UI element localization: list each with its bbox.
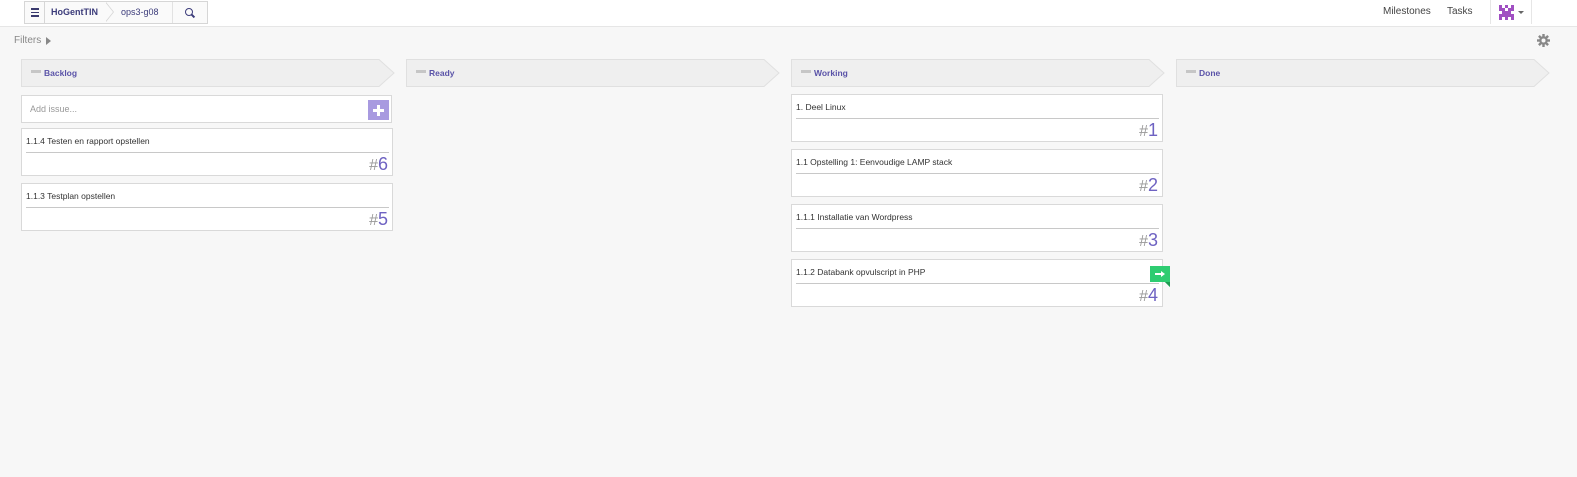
issue-card[interactable]: 1.1.2 Databank opvulscript in PHP #4 xyxy=(791,259,1163,307)
top-bar: HoGentTIN ops3-g08 Milestones Tasks xyxy=(0,0,1577,27)
collapse-dash-icon xyxy=(1186,70,1196,73)
issue-number: #3 xyxy=(1139,230,1158,250)
column-title: Backlog xyxy=(44,68,78,78)
column-header-done[interactable]: Done xyxy=(1176,59,1550,87)
search-button[interactable] xyxy=(173,2,207,23)
issue-title: 1.1.1 Installatie van Wordpress xyxy=(796,212,913,222)
caret-right-icon xyxy=(46,36,52,45)
issue-number: #2 xyxy=(1139,175,1158,195)
issue-title: 1.1 Opstelling 1: Eenvoudige LAMP stack xyxy=(796,157,953,167)
gear-icon[interactable] xyxy=(1537,34,1550,47)
search-icon xyxy=(185,7,193,16)
issue-title: 1.1.3 Testplan opstellen xyxy=(26,191,116,201)
hamburger-menu-icon[interactable] xyxy=(25,2,45,23)
issue-title: 1.1.4 Testen en rapport opstellen xyxy=(26,136,150,146)
divider xyxy=(796,283,1159,284)
issue-title: 1. Deel Linux xyxy=(796,102,846,112)
collapse-dash-icon xyxy=(416,70,426,73)
issue-card[interactable]: 1.1.1 Installatie van Wordpress #3 xyxy=(791,204,1163,252)
column-header-ready[interactable]: Ready xyxy=(406,59,780,87)
issue-card[interactable]: 1. Deel Linux #1 xyxy=(791,94,1163,142)
add-issue-button[interactable] xyxy=(368,100,389,120)
column-title: Ready xyxy=(429,68,455,78)
issue-number: #5 xyxy=(369,209,388,229)
breadcrumb-org[interactable]: HoGentTIN xyxy=(45,2,114,23)
breadcrumb-repo[interactable]: ops3-g08 xyxy=(105,2,173,23)
issue-number: #1 xyxy=(1139,120,1158,140)
collapse-dash-icon xyxy=(801,70,811,73)
nav-milestones[interactable]: Milestones xyxy=(1383,0,1431,27)
divider xyxy=(796,228,1159,229)
add-issue-input[interactable]: Add issue... xyxy=(21,95,392,123)
pull-request-flag-icon[interactable] xyxy=(1150,266,1170,287)
column-title: Done xyxy=(1199,68,1221,78)
issue-card[interactable]: 1.1.3 Testplan opstellen #5 xyxy=(21,183,393,231)
filters-label: Filters xyxy=(14,35,42,46)
chevron-down-icon xyxy=(1517,10,1524,14)
issue-card[interactable]: 1.1.4 Testen en rapport opstellen #6 xyxy=(21,128,393,176)
column-title: Working xyxy=(814,68,848,78)
filters-toggle[interactable]: Filters xyxy=(14,35,52,46)
add-issue-placeholder: Add issue... xyxy=(30,104,78,114)
column-header-working[interactable]: Working xyxy=(791,59,1165,87)
issue-number: #6 xyxy=(369,154,388,174)
divider xyxy=(796,118,1159,119)
issue-title: 1.1.2 Databank opvulscript in PHP xyxy=(796,267,926,277)
divider xyxy=(796,173,1159,174)
divider xyxy=(26,207,389,208)
collapse-dash-icon xyxy=(31,70,41,73)
user-menu[interactable] xyxy=(1490,0,1532,24)
avatar xyxy=(1498,4,1514,20)
issue-number: #4 xyxy=(1139,285,1158,305)
breadcrumb: HoGentTIN ops3-g08 xyxy=(24,1,208,24)
divider xyxy=(26,152,389,153)
issue-card[interactable]: 1.1 Opstelling 1: Eenvoudige LAMP stack … xyxy=(791,149,1163,197)
nav-tasks[interactable]: Tasks xyxy=(1447,0,1473,27)
column-header-backlog[interactable]: Backlog xyxy=(21,59,395,87)
